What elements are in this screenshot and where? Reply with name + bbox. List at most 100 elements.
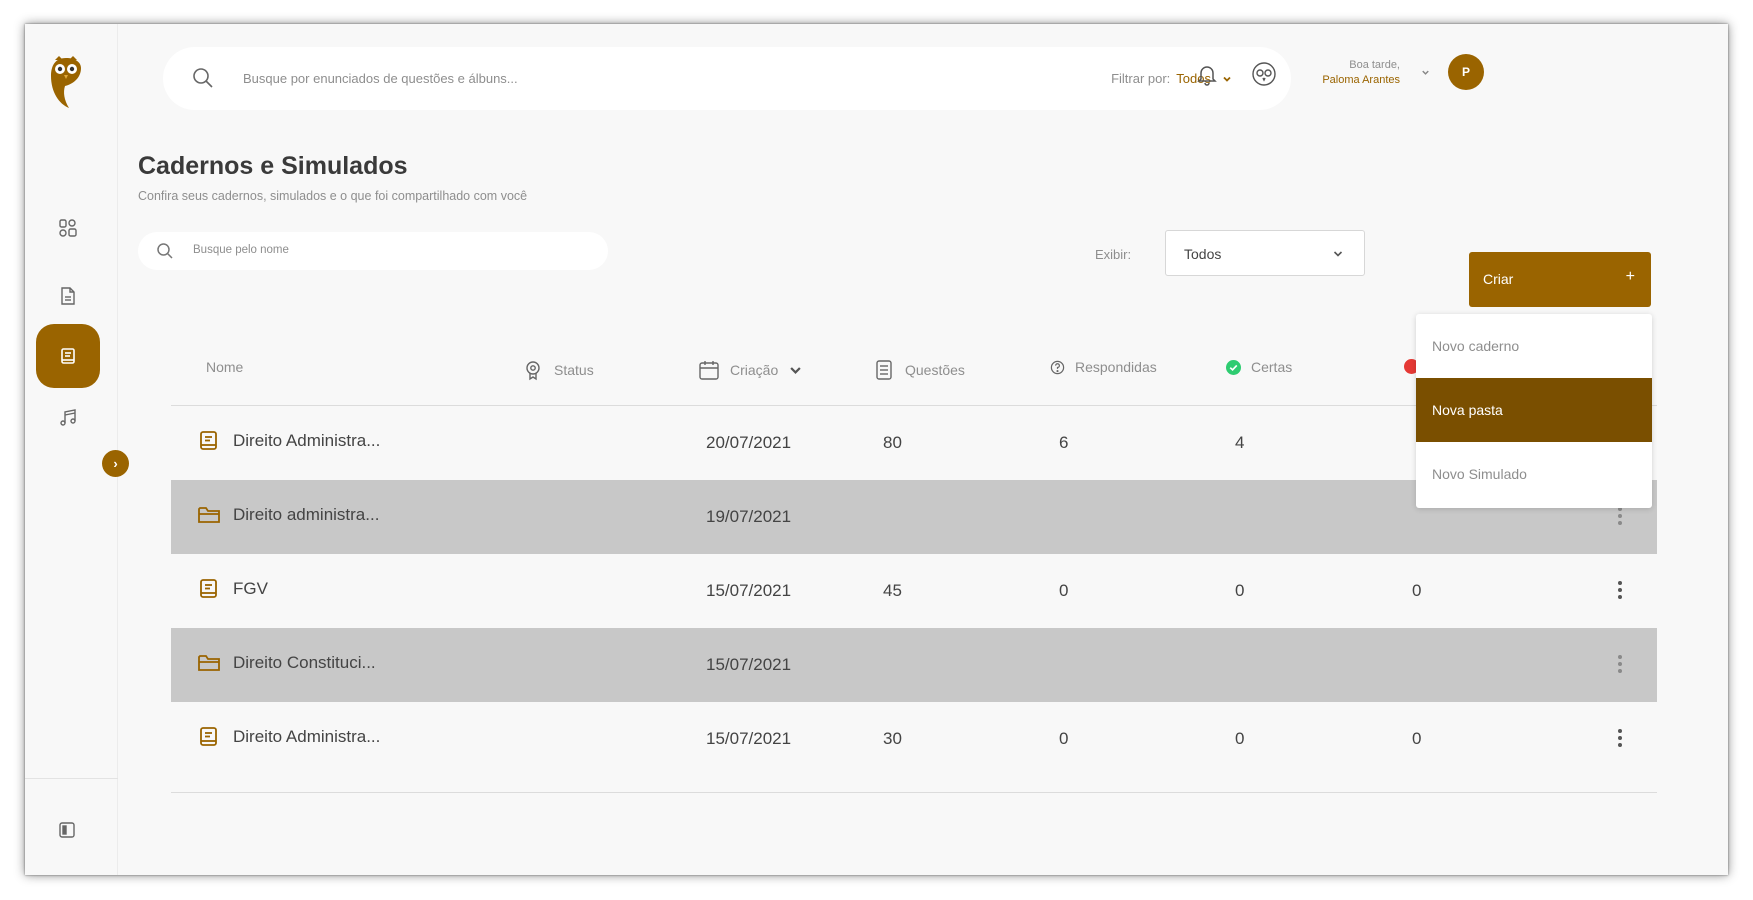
row-created: 15/07/2021 xyxy=(706,581,792,600)
row-correct: 4 xyxy=(1235,433,1245,452)
row-wrong: 0 xyxy=(1412,729,1422,748)
sidebar-divider xyxy=(25,778,118,779)
chevron-down-icon xyxy=(1333,251,1343,257)
chevron-down-icon[interactable] xyxy=(1420,67,1431,78)
chevron-down-icon xyxy=(1223,76,1231,82)
row-name-text: Direito Constituci... xyxy=(233,653,376,672)
row-name[interactable]: Direito Administra... xyxy=(197,429,380,453)
column-status-label: Status xyxy=(554,362,594,378)
sidebar xyxy=(25,24,118,875)
menu-item-label: Nova pasta xyxy=(1432,402,1503,418)
column-questions[interactable]: Questões xyxy=(873,359,965,381)
sidebar-item-documents[interactable] xyxy=(36,264,100,328)
award-icon xyxy=(526,361,540,381)
row-correct: 0 xyxy=(1235,729,1245,748)
row-questions: 30 xyxy=(883,729,902,748)
column-questions-label: Questões xyxy=(905,362,965,378)
folder-icon xyxy=(198,507,220,523)
row-menu-button[interactable] xyxy=(1617,726,1623,752)
user-greeting[interactable]: Boa tarde, Paloma Arantes xyxy=(1280,58,1400,88)
sidebar-item-notebooks[interactable] xyxy=(36,324,100,388)
plus-icon: + xyxy=(1625,268,1635,285)
row-created: 15/07/2021 xyxy=(706,729,792,748)
page-subtitle: Confira seus cadernos, simulados e o que… xyxy=(138,189,528,203)
create-button-label: Criar xyxy=(1483,271,1514,287)
exibir-select[interactable]: Todos xyxy=(1165,230,1365,276)
row-name[interactable]: Direito Constituci... xyxy=(197,651,376,675)
notebook-icon xyxy=(61,348,75,364)
menu-item-new-simulation[interactable]: Novo Simulado xyxy=(1416,442,1652,506)
create-button[interactable]: Criar + xyxy=(1469,252,1651,307)
row-name-text: Direito Administra... xyxy=(233,431,381,450)
row-name[interactable]: Direito administra... xyxy=(197,503,379,527)
column-name-label: Nome xyxy=(206,359,244,375)
create-dropdown-menu: Novo caderno Nova pasta Novo Simulado xyxy=(1416,314,1652,508)
search-icon xyxy=(157,243,173,259)
row-created: 20/07/2021 xyxy=(706,433,792,452)
row-answered: 0 xyxy=(1059,581,1069,600)
menu-item-new-notebook[interactable]: Novo caderno xyxy=(1416,314,1652,378)
column-created-label: Criação xyxy=(730,362,779,378)
column-correct[interactable]: Certas xyxy=(1226,359,1292,375)
row-questions: 45 xyxy=(883,581,902,600)
page-title: Cadernos e Simulados xyxy=(138,152,408,180)
exibir-value: Todos xyxy=(1184,246,1222,262)
table-row[interactable]: Direito Administra... 15/07/2021 30 0 0 … xyxy=(171,702,1657,776)
list-document-icon xyxy=(876,360,892,380)
menu-item-label: Novo Simulado xyxy=(1432,466,1527,482)
row-menu-button[interactable] xyxy=(1617,578,1623,604)
document-icon xyxy=(61,287,75,305)
music-icon xyxy=(60,409,76,426)
row-name-text: FGV xyxy=(233,579,268,598)
name-search-field[interactable]: Busque pelo nome xyxy=(138,232,608,270)
row-correct: 0 xyxy=(1235,581,1245,600)
column-answered[interactable]: Respondidas xyxy=(1050,359,1157,375)
question-circle-icon xyxy=(1050,360,1065,374)
row-menu-button[interactable] xyxy=(1617,652,1623,678)
folder-icon xyxy=(198,655,220,671)
filter-label: Filtrar por: xyxy=(1111,71,1171,86)
sidebar-item-music[interactable] xyxy=(36,386,100,450)
row-created: 19/07/2021 xyxy=(706,507,792,526)
panel-icon[interactable] xyxy=(57,820,77,840)
search-icon xyxy=(193,68,213,88)
row-wrong: 0 xyxy=(1412,581,1422,600)
bell-icon[interactable] xyxy=(1194,61,1220,87)
table-row[interactable]: Direito Constituci... 15/07/2021 xyxy=(171,628,1657,702)
user-name: Paloma Arantes xyxy=(1322,74,1400,86)
global-search-bar[interactable]: Busque por enunciados de questões e álbu… xyxy=(163,47,1291,110)
table-bottom-border xyxy=(171,792,1657,793)
owl-logo-icon[interactable] xyxy=(49,54,83,110)
column-created[interactable]: Criação xyxy=(698,359,803,381)
avatar[interactable]: P xyxy=(1448,54,1484,90)
menu-item-new-folder[interactable]: Nova pasta xyxy=(1416,378,1652,442)
notebook-icon xyxy=(200,727,217,746)
column-name[interactable]: Nome xyxy=(206,359,243,375)
row-answered: 6 xyxy=(1059,433,1069,452)
row-name-text: Direito administra... xyxy=(233,505,380,524)
row-name[interactable]: Direito Administra... xyxy=(197,725,380,749)
sidebar-item-dashboard[interactable] xyxy=(36,196,100,260)
calendar-icon xyxy=(699,361,719,380)
column-correct-label: Certas xyxy=(1251,359,1293,375)
row-created: 15/07/2021 xyxy=(706,655,792,674)
owl-icon[interactable] xyxy=(1251,61,1277,87)
row-questions: 80 xyxy=(883,433,902,452)
row-name[interactable]: FGV xyxy=(197,577,268,601)
name-search-input[interactable]: Busque pelo nome xyxy=(193,244,289,256)
notebook-icon xyxy=(200,579,217,598)
row-name-text: Direito Administra... xyxy=(233,727,381,746)
column-answered-label: Respondidas xyxy=(1075,359,1157,375)
notebook-icon xyxy=(200,431,217,450)
menu-item-label: Novo caderno xyxy=(1432,338,1520,354)
dashboard-icon xyxy=(59,219,77,237)
table-row[interactable]: FGV 15/07/2021 45 0 0 0 xyxy=(171,554,1657,628)
sidebar-expand-button[interactable]: › xyxy=(102,450,129,477)
global-search-input[interactable]: Busque por enunciados de questões e álbu… xyxy=(243,71,518,86)
greeting-text: Boa tarde, xyxy=(1349,59,1400,71)
row-answered: 0 xyxy=(1059,729,1069,748)
column-status[interactable]: Status xyxy=(522,359,594,381)
exibir-label: Exibir: xyxy=(1095,247,1132,262)
chevron-down-icon xyxy=(790,366,801,374)
check-circle-icon xyxy=(1226,359,1241,375)
